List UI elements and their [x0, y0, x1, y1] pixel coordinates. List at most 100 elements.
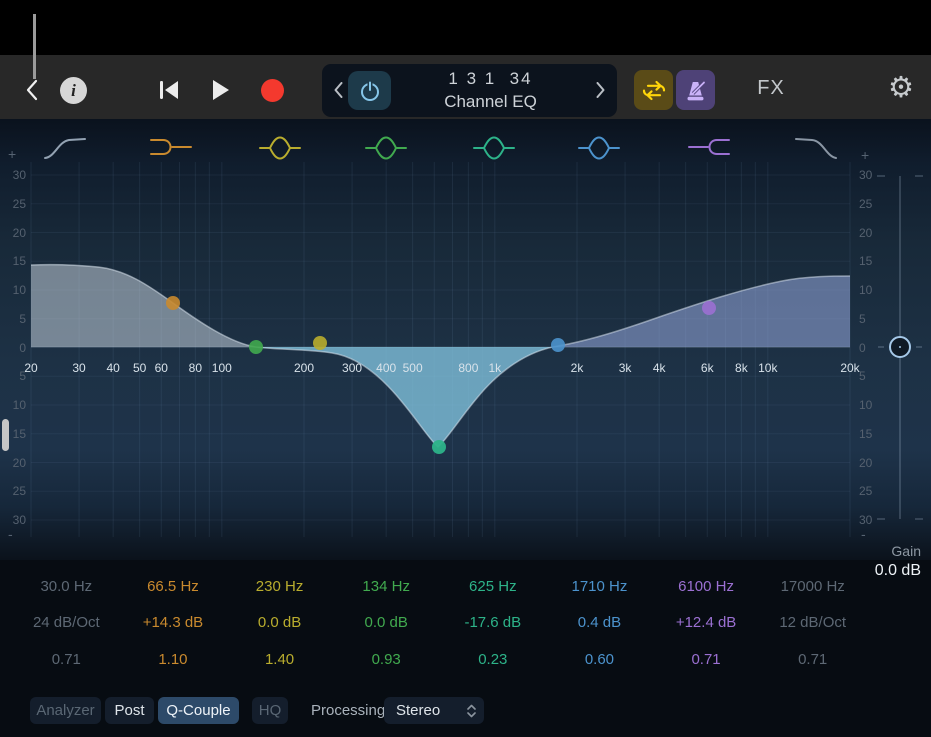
gear-icon: ⚙ — [888, 72, 914, 104]
freq-axis-label: 30 — [72, 361, 85, 375]
record-icon — [261, 79, 284, 102]
band-1-q-factor[interactable]: 0.71 — [13, 650, 120, 670]
band-4-q-factor[interactable]: 0.93 — [333, 650, 440, 670]
band-5-bell-icon[interactable] — [471, 134, 517, 162]
band-7-gain[interactable]: +12.4 dB — [653, 613, 760, 633]
chevron-right-icon — [596, 82, 605, 98]
freq-axis-label: 3k — [619, 361, 632, 375]
band-2-frequency[interactable]: 66.5 Hz — [120, 577, 227, 597]
band-3-gain[interactable]: 0.0 dB — [226, 613, 333, 633]
plugin-display-text: 1 3 1 34 Channel EQ — [400, 69, 581, 112]
band-6-gain[interactable]: 0.4 dB — [546, 613, 653, 633]
play-button[interactable] — [212, 80, 230, 100]
scale-minus-left: - — [8, 526, 13, 542]
band-1-highpass-icon[interactable] — [42, 134, 88, 162]
plugin-power-button[interactable] — [348, 71, 391, 110]
freq-axis-label: 80 — [189, 361, 202, 375]
band-8-gain[interactable]: 12 dB/Oct — [759, 613, 866, 633]
band-1-frequency[interactable]: 30.0 Hz — [13, 577, 120, 597]
go-to-beginning-button[interactable] — [159, 81, 180, 99]
freq-axis-label: 20k — [840, 361, 859, 375]
gain-knob[interactable] — [889, 336, 911, 358]
db-scale-tick: 10 — [2, 398, 26, 412]
chevron-left-icon — [25, 79, 39, 101]
analyzer-button[interactable]: Analyzer — [30, 697, 101, 724]
record-button[interactable] — [261, 79, 284, 102]
freq-axis-label: 800 — [458, 361, 478, 375]
band-1-gain[interactable]: 24 dB/Oct — [13, 613, 120, 633]
chevron-left-icon — [334, 82, 343, 98]
freq-axis-label: 2k — [571, 361, 584, 375]
db-scale-tick: 10 — [859, 283, 889, 297]
db-scale-tick: 10 — [2, 283, 26, 297]
play-icon — [212, 80, 230, 100]
power-icon — [358, 79, 382, 103]
eq-display-background — [0, 119, 931, 560]
band-3-bell-icon[interactable] — [257, 134, 303, 162]
cycle-loop-icon — [641, 79, 667, 102]
metronome-icon — [683, 78, 708, 103]
band-2-q-factor[interactable]: 1.10 — [120, 650, 227, 670]
band-6-handle[interactable] — [551, 338, 565, 352]
gain-row: 24 dB/Oct+14.3 dB0.0 dB0.0 dB-17.6 dB0.4… — [13, 613, 866, 633]
db-scale-tick: 15 — [859, 427, 889, 441]
band-5-frequency[interactable]: 625 Hz — [440, 577, 547, 597]
freq-axis-label: 40 — [106, 361, 119, 375]
db-scale-tick: 30 — [2, 168, 26, 182]
freq-axis-label: 500 — [403, 361, 423, 375]
top-strip — [0, 0, 931, 55]
previous-plugin-button[interactable] — [334, 82, 343, 101]
band-4-bell-icon[interactable] — [363, 134, 409, 162]
band-2-lowshelf-icon[interactable] — [148, 134, 194, 162]
band-8-q-factor[interactable]: 0.71 — [759, 650, 866, 670]
freq-axis-label: 400 — [376, 361, 396, 375]
eq-scale-drag-handle[interactable] — [2, 419, 9, 451]
band-8-lowpass-icon[interactable] — [793, 134, 839, 162]
db-scale-tick: 25 — [859, 484, 889, 498]
band-5-handle[interactable] — [432, 440, 446, 454]
stepper-icon — [467, 704, 476, 718]
back-button[interactable] — [24, 79, 40, 101]
band-5-gain[interactable]: -17.6 dB — [440, 613, 547, 633]
skip-to-start-icon — [159, 81, 180, 99]
q-couple-button[interactable]: Q-Couple — [158, 697, 239, 724]
band-6-q-factor[interactable]: 0.60 — [546, 650, 653, 670]
db-scale-tick: 25 — [859, 197, 889, 211]
band-3-q-factor[interactable]: 1.40 — [226, 650, 333, 670]
db-scale-tick: 5 — [859, 369, 889, 383]
band-2-handle[interactable] — [166, 296, 180, 310]
band-7-q-factor[interactable]: 0.71 — [653, 650, 760, 670]
db-scale-tick: 20 — [2, 456, 26, 470]
next-plugin-button[interactable] — [596, 82, 605, 101]
db-scale-tick: 0 — [2, 341, 26, 355]
freq-axis-label: 20 — [24, 361, 37, 375]
band-4-frequency[interactable]: 134 Hz — [333, 577, 440, 597]
settings-button[interactable]: ⚙ — [882, 73, 920, 104]
post-button[interactable]: Post — [105, 697, 154, 724]
band-7-handle[interactable] — [702, 301, 716, 315]
freq-axis-label: 4k — [653, 361, 666, 375]
freq-axis-label: 200 — [294, 361, 314, 375]
logic-channel-eq-window: i 1 3 1 34 Channel EQ — [0, 0, 931, 737]
band-8-frequency[interactable]: 17000 Hz — [759, 577, 866, 597]
band-6-bell-icon[interactable] — [576, 134, 622, 162]
processing-select[interactable]: Stereo — [384, 697, 484, 724]
db-scale-tick: 30 — [2, 513, 26, 527]
info-button[interactable]: i — [60, 77, 87, 104]
freq-axis-label: 300 — [342, 361, 362, 375]
cycle-button[interactable] — [634, 70, 673, 110]
hq-button[interactable]: HQ — [252, 697, 288, 724]
band-3-handle[interactable] — [313, 336, 327, 350]
q-factor-row: 0.711.101.400.930.230.600.710.71 — [13, 650, 866, 670]
plugin-name: Channel EQ — [400, 92, 581, 112]
band-7-frequency[interactable]: 6100 Hz — [653, 577, 760, 597]
band-6-frequency[interactable]: 1710 Hz — [546, 577, 653, 597]
band-2-gain[interactable]: +14.3 dB — [120, 613, 227, 633]
band-4-gain[interactable]: 0.0 dB — [333, 613, 440, 633]
band-4-handle[interactable] — [249, 340, 263, 354]
band-7-highshelf-icon[interactable] — [686, 134, 732, 162]
band-5-q-factor[interactable]: 0.23 — [440, 650, 547, 670]
band-3-frequency[interactable]: 230 Hz — [226, 577, 333, 597]
db-scale-tick: 25 — [2, 197, 26, 211]
metronome-button[interactable] — [676, 70, 715, 110]
